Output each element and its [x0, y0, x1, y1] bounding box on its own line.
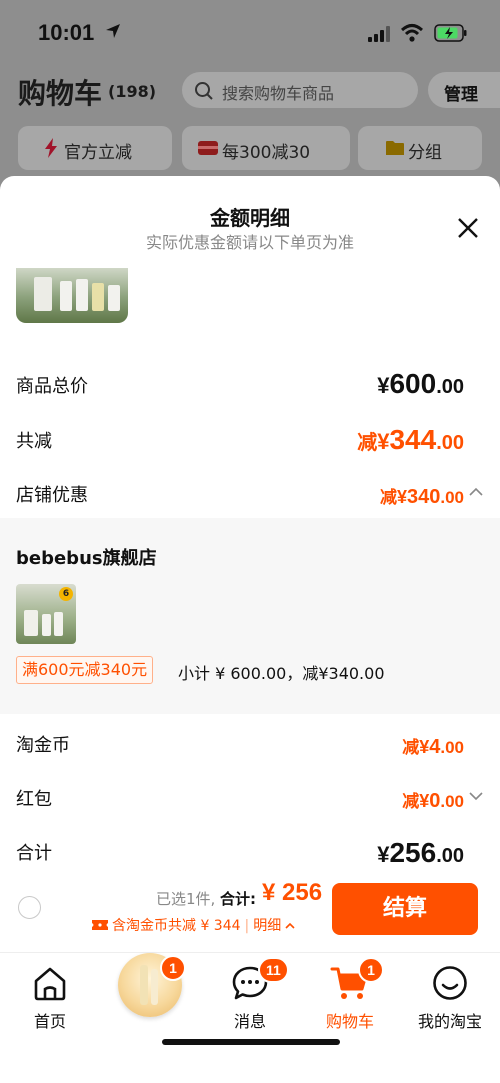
total-discount-value: 减¥344.00 — [357, 424, 464, 455]
total-discount-label: 共减 — [16, 431, 52, 452]
sheet-subtitle: 实际优惠金额请以下单页为准 — [145, 233, 354, 252]
location-arrow-icon — [106, 24, 120, 38]
smiley-face-icon — [433, 966, 467, 1000]
product-image — [16, 268, 128, 323]
sheet-title: 金额明细 — [210, 206, 290, 230]
selected-count: 已选1件, — [156, 890, 216, 908]
goods-total-label: 商品总价 — [16, 376, 88, 397]
page-title: 购物车 — [18, 77, 103, 110]
tab-home[interactable]: 首页 — [0, 953, 100, 1033]
tab-my-taobao[interactable]: 我的淘宝 — [400, 953, 500, 1033]
discount-summary-text: 含淘金币共减 ¥ 344 — [112, 918, 241, 934]
tab-label: 我的淘宝 — [417, 1012, 482, 1031]
tab-label: 消息 — [233, 1012, 266, 1031]
shop-subtotal: 小计 ¥ 600.00，减¥340.00 — [178, 664, 385, 683]
chevron-down-icon[interactable] — [468, 789, 484, 803]
discount-summary[interactable]: 含淘金币共减 ¥ 344 | 明细 — [92, 915, 295, 935]
search-placeholder: 搜索购物车商品 — [222, 84, 335, 103]
shop-discount-detail: bebebus旗舰店 6 满600元减340元 小计 ¥ 600.00，减¥34… — [0, 518, 500, 714]
search-input[interactable]: 搜索购物车商品 — [182, 72, 418, 108]
red-packet-value[interactable]: 减¥0.00 — [402, 787, 464, 813]
tab-label: 购物车 — [325, 1012, 374, 1031]
filter-label: 每300减30 — [222, 143, 311, 163]
tab-badge: 1 — [358, 957, 384, 983]
filter-label: 官方立减 — [64, 143, 132, 163]
cart-count: (198) — [108, 82, 157, 101]
chevron-up-icon[interactable] — [468, 485, 484, 499]
product-thumbnail[interactable]: 6 — [16, 584, 76, 644]
red-packet-label: 红包 — [16, 789, 52, 810]
wifi-icon — [400, 24, 424, 42]
goods-total-value: ¥600.00 — [377, 368, 464, 399]
coupon-icon — [198, 141, 218, 155]
status-bar: 10:01 — [0, 0, 500, 64]
tab-badge: 1 — [160, 955, 186, 981]
battery-charging-icon — [434, 24, 467, 42]
manage-button[interactable]: 管理 — [428, 72, 500, 108]
folder-icon — [386, 141, 404, 155]
filter-per-300-off-30[interactable]: 每300减30 — [182, 126, 350, 170]
total-label: 合计: — [220, 890, 256, 908]
tab-messages[interactable]: 11 消息 — [200, 953, 300, 1033]
checkout-button[interactable]: 结算 — [332, 883, 478, 935]
store-discount-value: 减¥340.00 — [379, 486, 464, 508]
ticket-icon — [92, 920, 108, 930]
select-all-radio[interactable] — [18, 896, 41, 919]
store-discount-label: 店铺优惠 — [16, 485, 88, 506]
home-indicator[interactable] — [162, 1039, 340, 1045]
close-icon[interactable] — [456, 216, 480, 240]
gold-coin-label: 淘金币 — [16, 735, 70, 756]
cellular-signal-icon — [368, 26, 390, 42]
total-value: ¥ 256 — [262, 879, 323, 906]
detail-link[interactable]: 明细 — [253, 918, 281, 934]
filter-official-discount[interactable]: 官方立减 — [18, 126, 172, 170]
tab-promo[interactable]: 1 — [100, 953, 200, 1033]
sum-value: ¥256.00 — [377, 837, 464, 868]
checkout-bar: 已选1件, 合计: ¥ 256 含淘金币共减 ¥ 344 | 明细 结算 — [0, 873, 500, 951]
tab-cart[interactable]: 1 购物车 — [300, 953, 400, 1033]
home-icon — [34, 967, 66, 1001]
sum-label: 合计 — [16, 843, 52, 864]
status-time: 10:01 — [38, 20, 95, 45]
gold-coin-value: 减¥4.00 — [402, 736, 464, 758]
lightning-icon — [45, 138, 57, 158]
tab-label: 首页 — [33, 1012, 66, 1031]
shop-name: bebebus旗舰店 — [16, 548, 157, 569]
product-badge: 6 — [59, 587, 73, 601]
amount-detail-sheet: 金额明细 实际优惠金额请以下单页为准 商品总价 ¥600.00 共减 减¥344… — [0, 176, 500, 1083]
filter-label: 分组 — [408, 143, 442, 163]
promo-tag: 满600元减340元 — [16, 656, 154, 684]
search-icon — [195, 82, 213, 100]
manage-label: 管理 — [444, 85, 478, 105]
filter-group[interactable]: 分组 — [358, 126, 482, 170]
chevron-up-icon — [285, 922, 295, 929]
tab-badge: 11 — [258, 957, 289, 983]
tab-bar: 首页 1 11 消息 1 购物车 我的淘宝 — [0, 952, 500, 1083]
